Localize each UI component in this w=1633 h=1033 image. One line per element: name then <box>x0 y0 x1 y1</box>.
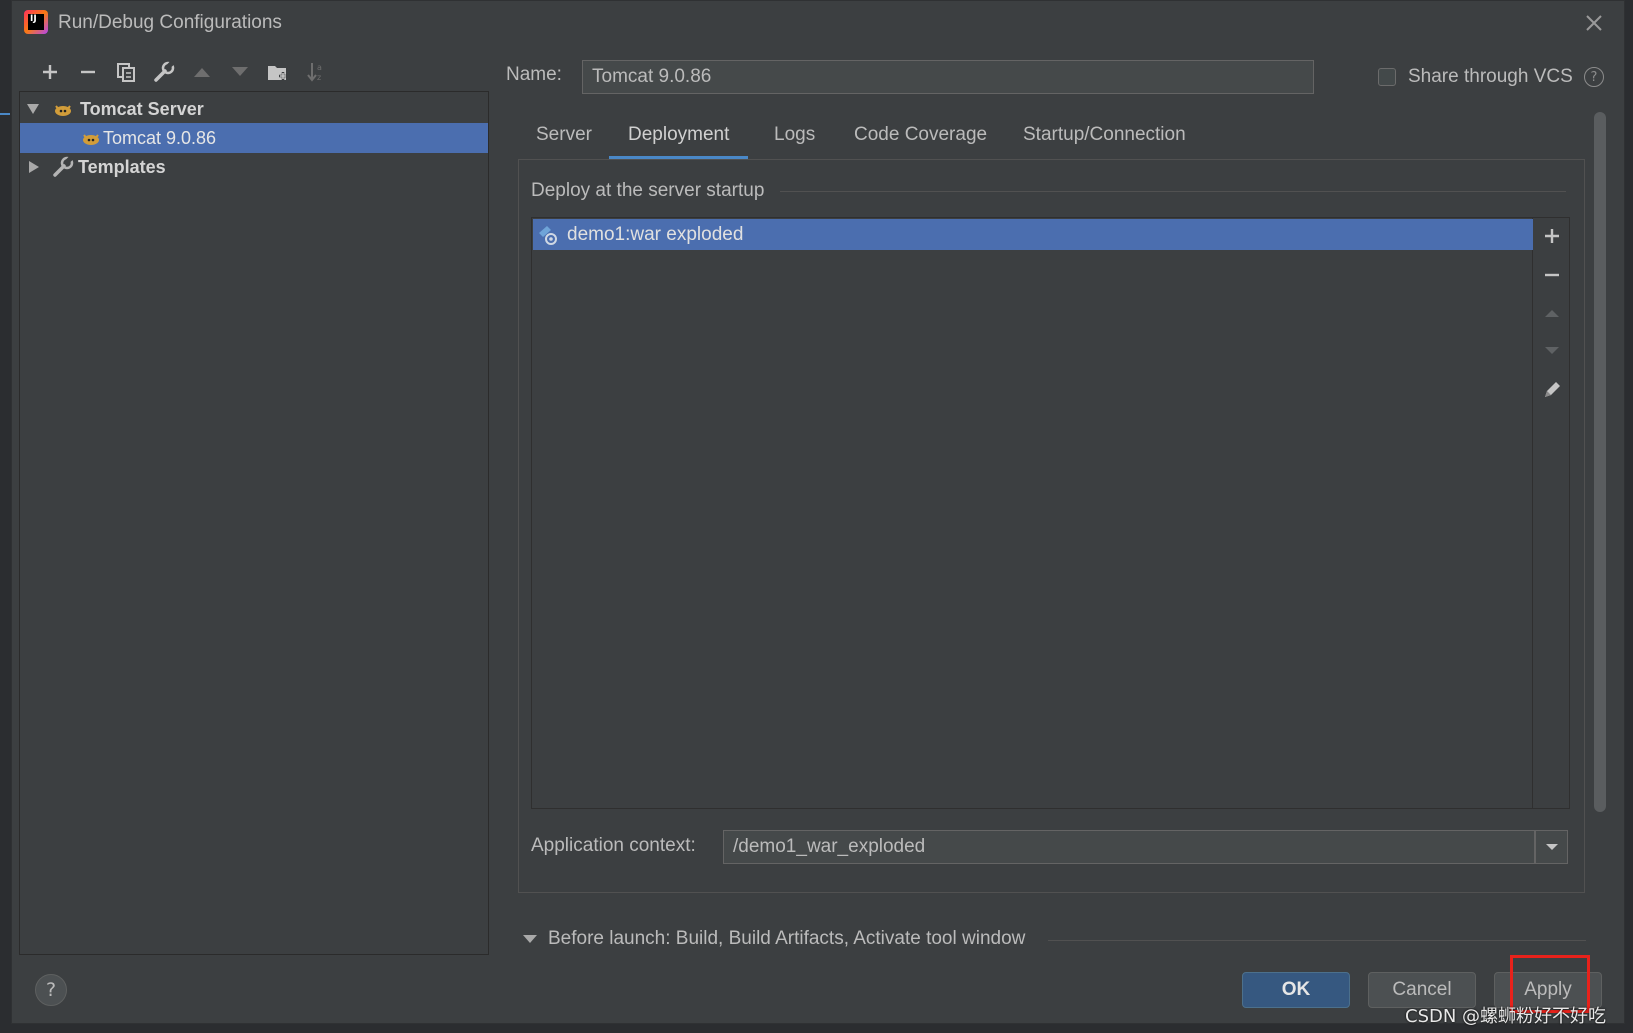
application-context-label: Application context: <box>531 835 696 856</box>
before-launch-divider <box>1048 940 1586 941</box>
artifact-label: demo1:war exploded <box>567 223 744 245</box>
templates-label: Templates <box>78 156 166 177</box>
remove-icon[interactable] <box>74 58 102 86</box>
tree-group-label: Tomcat Server <box>80 98 204 119</box>
tomcat-icon <box>55 105 71 116</box>
add-artifact-icon[interactable] <box>1538 222 1566 250</box>
ok-button[interactable]: OK <box>1242 972 1350 1008</box>
edge-accent <box>0 113 10 115</box>
tab-logs[interactable]: Logs <box>774 118 815 160</box>
name-label: Name: <box>506 64 562 85</box>
watermark: CSDN @螺蛳粉好不好吃 <box>1405 1006 1607 1027</box>
move-down-icon[interactable] <box>226 58 254 86</box>
title-bar: IJ Run/Debug Configurations <box>12 1 1624 45</box>
before-launch-toggle[interactable]: Before launch: Build, Build Artifacts, A… <box>522 928 1025 950</box>
wrench-icon[interactable] <box>150 58 178 86</box>
edit-pencil-icon[interactable] <box>1538 376 1566 404</box>
expand-arrow-icon[interactable] <box>28 160 40 174</box>
add-icon[interactable] <box>36 58 64 86</box>
tree-item-label: Tomcat 9.0.86 <box>103 127 217 148</box>
wrench-icon <box>53 156 74 177</box>
config-tree: Tomcat Server Tomcat 9.0.86 Templates <box>19 91 489 955</box>
share-vcs-label[interactable]: Share through VCS <box>1408 66 1573 88</box>
deploy-section-title: Deploy at the server startup <box>531 180 765 201</box>
name-input[interactable] <box>582 60 1314 94</box>
help-button[interactable]: ? <box>35 974 67 1006</box>
move-up-icon[interactable] <box>1538 299 1566 327</box>
move-up-icon[interactable] <box>188 58 216 86</box>
move-down-icon[interactable] <box>1538 337 1566 365</box>
remove-artifact-icon[interactable] <box>1538 261 1566 289</box>
config-toolbar: az <box>26 58 486 88</box>
new-folder-icon[interactable] <box>264 58 292 86</box>
share-vcs-checkbox[interactable] <box>1378 68 1396 86</box>
tab-server[interactable]: Server <box>536 118 592 160</box>
intellij-app-icon: IJ <box>24 10 48 34</box>
svg-text:a: a <box>317 63 322 72</box>
tab-deployment[interactable]: Deployment <box>609 118 749 160</box>
tomcat-icon <box>83 134 99 145</box>
collapse-arrow-icon <box>523 935 537 943</box>
close-icon[interactable] <box>1582 11 1606 35</box>
artifact-icon <box>539 225 557 245</box>
app-icon-label: IJ <box>28 14 44 30</box>
list-item[interactable]: demo1:war exploded <box>533 219 1533 250</box>
vertical-scrollbar[interactable] <box>1594 112 1606 812</box>
before-launch-label: Before launch: Build, Build Artifacts, A… <box>548 928 1026 949</box>
copy-icon[interactable] <box>112 58 140 86</box>
collapse-arrow-icon[interactable] <box>26 103 40 115</box>
application-context-input[interactable] <box>723 830 1535 864</box>
tab-startup-connection[interactable]: Startup/Connection <box>1023 118 1186 160</box>
tree-group-templates[interactable]: Templates <box>20 152 488 182</box>
tree-group-tomcat-server[interactable]: Tomcat Server <box>20 94 488 124</box>
help-icon[interactable]: ? <box>1584 67 1604 87</box>
window-title: Run/Debug Configurations <box>58 12 282 33</box>
tab-code-coverage[interactable]: Code Coverage <box>854 118 987 160</box>
sort-icon[interactable]: az <box>302 58 330 86</box>
tree-item-tomcat-config[interactable]: Tomcat 9.0.86 <box>20 123 488 153</box>
background-window-edge <box>0 0 11 1033</box>
chevron-down-icon[interactable] <box>1535 830 1568 864</box>
svg-text:z: z <box>317 73 321 82</box>
deploy-artifact-list[interactable]: demo1:war exploded <box>531 217 1533 809</box>
section-divider <box>780 191 1566 192</box>
